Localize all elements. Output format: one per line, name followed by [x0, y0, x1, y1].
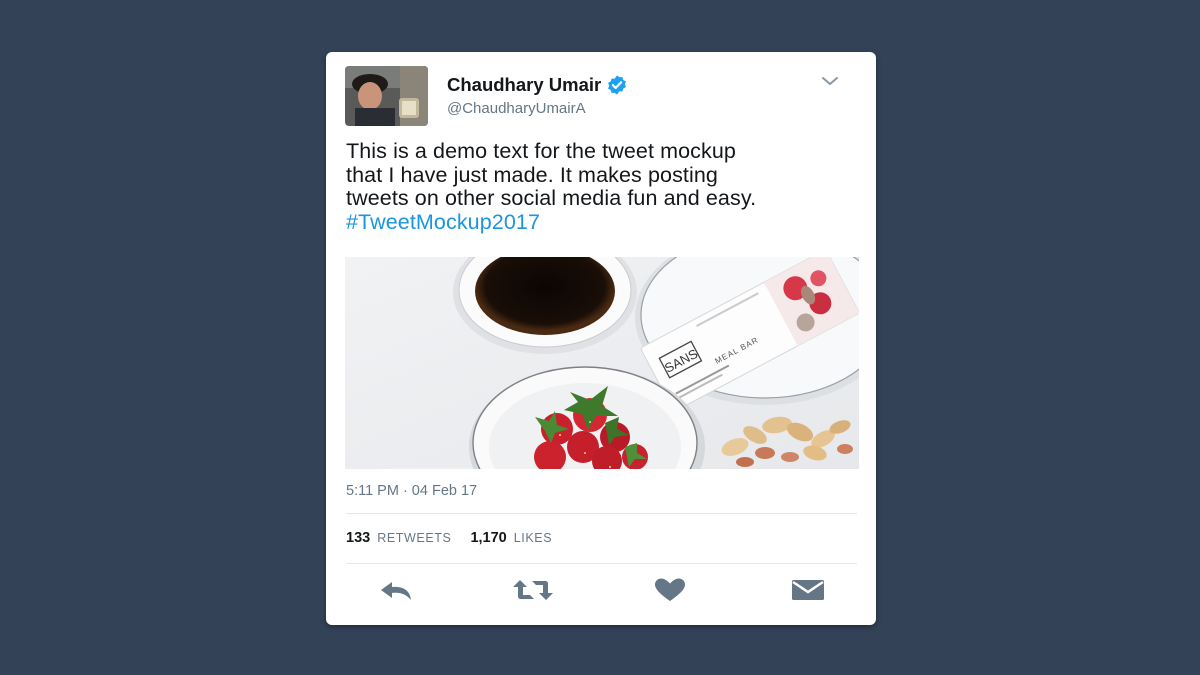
- divider: [346, 513, 857, 514]
- tweet-text-line: This is a demo text for the tweet mockup: [346, 139, 736, 163]
- hashtag-link[interactable]: #TweetMockup2017: [346, 210, 866, 235]
- display-name-row[interactable]: Chaudhary Umair: [447, 74, 628, 96]
- tweet-text-line: that I have just made. It makes posting: [346, 162, 718, 187]
- retweets-label: RETWEETS: [377, 531, 452, 545]
- avatar[interactable]: [345, 66, 428, 126]
- likes-stat[interactable]: 1,170 LIKES: [470, 530, 552, 546]
- handle[interactable]: @ChaudharyUmairA: [447, 100, 586, 117]
- tweet-media-image[interactable]: SANS MEAL BAR: [345, 257, 859, 469]
- envelope-icon[interactable]: [791, 578, 825, 602]
- retweets-count: 133: [346, 530, 371, 546]
- retweets-stat[interactable]: 133 RETWEETS: [346, 530, 451, 546]
- tweet-timestamp[interactable]: 5:11 PM · 04 Feb 17: [346, 483, 477, 499]
- tweet-text: This is a demo text for the tweet mockup…: [346, 139, 866, 235]
- verified-badge-icon: [608, 75, 627, 95]
- heart-icon[interactable]: [654, 578, 686, 602]
- likes-count: 1,170: [470, 530, 507, 546]
- tweet-text-line: tweets on other social media fun and eas…: [346, 186, 757, 210]
- display-name[interactable]: Chaudhary Umair: [447, 74, 601, 96]
- tweet-card: Chaudhary Umair @ChaudharyUmairA This is…: [326, 52, 876, 625]
- likes-label: LIKES: [513, 531, 553, 545]
- reply-icon[interactable]: [378, 578, 414, 602]
- retweet-icon[interactable]: [512, 578, 554, 602]
- divider: [346, 563, 857, 564]
- chevron-down-icon[interactable]: [820, 74, 840, 88]
- tweet-stats: 133 RETWEETS 1,170 LIKES: [346, 530, 571, 546]
